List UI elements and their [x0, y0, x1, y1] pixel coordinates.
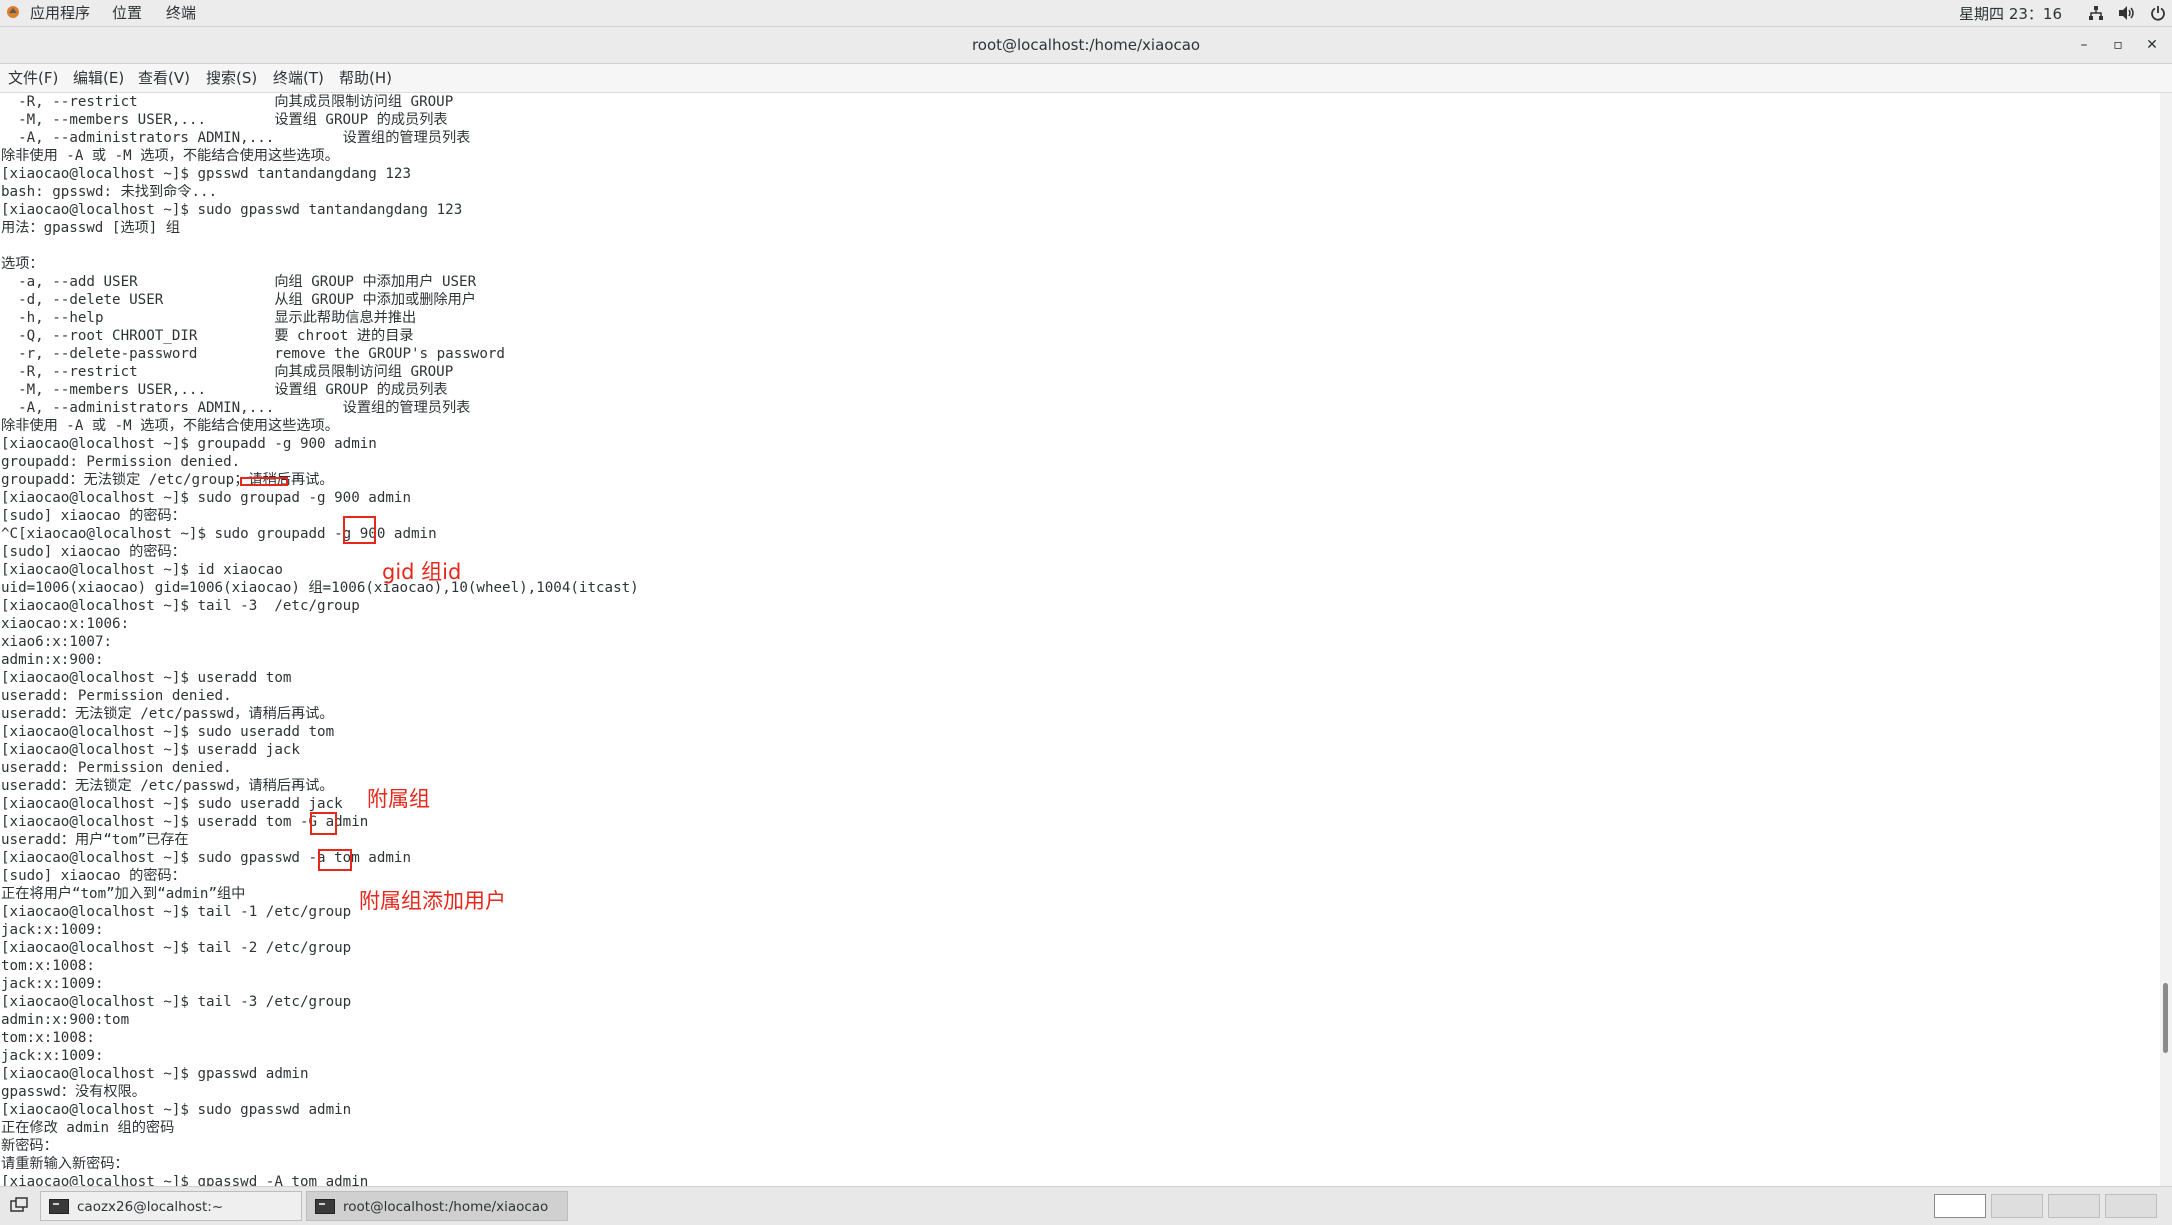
- close-button[interactable]: ✕: [2142, 35, 2162, 55]
- network-icon[interactable]: [2088, 5, 2104, 21]
- terminal-line: [sudo] xiaocao 的密码：: [1, 868, 186, 884]
- terminal-line: -r, --delete-password remove the GROUP's…: [1, 346, 505, 362]
- terminal-line: [xiaocao@localhost ~]$ gpasswd -A tom ad…: [1, 1174, 369, 1186]
- terminal-line: [xiaocao@localhost ~]$ sudo useradd jack: [1, 796, 343, 812]
- terminal-line: xiaocao:x:1006:: [1, 616, 130, 632]
- terminal-line: tom:x:1008:: [1, 1030, 95, 1046]
- terminal-line: tom:x:1008:: [1, 958, 95, 974]
- show-desktop-icon[interactable]: [8, 1195, 30, 1217]
- terminal-line: -R, --restrict 向其成员限制访问组 GROUP: [1, 364, 454, 380]
- terminal-line: [xiaocao@localhost ~]$ id xiaocao: [1, 562, 283, 578]
- menu-search[interactable]: 搜索(S): [206, 68, 257, 88]
- taskbar-item-label: root@localhost:/home/xiaocao: [343, 1199, 549, 1215]
- terminal-line: jack:x:1009:: [1, 976, 104, 992]
- terminal-line: [xiaocao@localhost ~]$ gpasswd admin: [1, 1066, 309, 1082]
- terminal-line: xiao6:x:1007:: [1, 634, 113, 650]
- top-panel: 应用程序 位置 终端 星期四 23：16: [0, 0, 2172, 27]
- menu-terminal[interactable]: 终端(T): [273, 68, 324, 88]
- taskbar-item-root-xiaocao[interactable]: root@localhost:/home/xiaocao: [306, 1191, 568, 1221]
- terminal-line: [xiaocao@localhost ~]$ gpsswd tantandang…: [1, 166, 411, 182]
- terminal-line: admin:x:900:tom: [1, 1012, 130, 1028]
- terminal-line: [xiaocao@localhost ~]$ sudo useradd tom: [1, 724, 335, 740]
- terminal-line: -h, --help 显示此帮助信息并推出: [1, 310, 417, 326]
- terminal-line: useradd：用户“tom”已存在: [1, 832, 189, 848]
- taskbar-item-label: caozx26@localhost:~: [77, 1199, 224, 1215]
- terminal-line: [xiaocao@localhost ~]$ useradd tom: [1, 670, 292, 686]
- terminal-line: 请重新输入新密码：: [1, 1156, 129, 1172]
- window-title-bar[interactable]: root@localhost:/home/xiaocao – ▫ ✕: [0, 27, 2172, 64]
- applications-icon[interactable]: [6, 5, 20, 19]
- terminal-line: groupadd: Permission denied.: [1, 454, 241, 470]
- annotation-supplementary-label: 附属组: [367, 787, 430, 811]
- terminal-line: 新密码：: [1, 1138, 58, 1154]
- terminal-line: [xiaocao@localhost ~]$ tail -3 /etc/grou…: [1, 598, 360, 614]
- annotation-gid-label: gid 组id: [382, 560, 462, 584]
- scrollbar-thumb[interactable]: [2163, 983, 2168, 1053]
- workspace-4[interactable]: [2105, 1194, 2157, 1218]
- terminal-line: [xiaocao@localhost ~]$ tail -2 /etc/grou…: [1, 940, 352, 956]
- terminal-line: useradd: Permission denied.: [1, 688, 232, 704]
- terminal-line: -R, --restrict 向其成员限制访问组 GROUP: [1, 94, 454, 110]
- terminal-line: [xiaocao@localhost ~]$ tail -3 /etc/grou…: [1, 994, 352, 1010]
- applications-menu[interactable]: 应用程序: [30, 3, 90, 23]
- terminal-line: 选项：: [1, 256, 44, 272]
- terminal-line: -A, --administrators ADMIN,... 设置组的管理员列表: [1, 400, 471, 416]
- menu-help[interactable]: 帮助(H): [339, 68, 392, 88]
- clock[interactable]: 星期四 23：16: [1959, 3, 2062, 24]
- terminal-line: [xiaocao@localhost ~]$ tail -1 /etc/grou…: [1, 904, 352, 920]
- annotation-add-user-label: 附属组添加用户: [359, 889, 506, 913]
- menubar: 文件(F) 编辑(E) 查看(V) 搜索(S) 终端(T) 帮助(H): [0, 64, 2172, 93]
- maximize-button[interactable]: ▫: [2108, 35, 2128, 55]
- terminal-line: -M, --members USER,... 设置组 GROUP 的成员列表: [1, 382, 448, 398]
- terminal-line: 正在修改 admin 组的密码: [1, 1120, 175, 1136]
- terminal-line: 除非使用 -A 或 -M 选项，不能结合使用这些选项。: [1, 148, 339, 164]
- menu-view[interactable]: 查看(V): [138, 68, 190, 88]
- terminal-line: useradd：无法锁定 /etc/passwd，请稍后再试。: [1, 778, 334, 794]
- taskbar: caozx26@localhost:~ root@localhost:/home…: [0, 1186, 2172, 1225]
- terminal-line: jack:x:1009:: [1, 922, 104, 938]
- workspace-3[interactable]: [2048, 1194, 2100, 1218]
- terminal-line: jack:x:1009:: [1, 1048, 104, 1064]
- terminal-line: 用法：gpasswd [选项] 组: [1, 220, 181, 236]
- annotation-box-G-option: [310, 812, 337, 835]
- terminal-line: admin:x:900:: [1, 652, 104, 668]
- terminal-app-menu[interactable]: 终端: [166, 3, 196, 23]
- terminal-line: [xiaocao@localhost ~]$ groupadd -g 900 a…: [1, 436, 377, 452]
- window-title: root@localhost:/home/xiaocao: [971, 36, 1201, 54]
- terminal-line: gpasswd：没有权限。: [1, 1084, 146, 1100]
- annotation-box-a-option: [318, 849, 352, 871]
- workspace-1[interactable]: [1934, 1194, 1986, 1218]
- terminal-line: [sudo] xiaocao 的密码：: [1, 544, 186, 560]
- workspace-2[interactable]: [1991, 1194, 2043, 1218]
- power-icon[interactable]: [2150, 5, 2166, 21]
- terminal-line: [xiaocao@localhost ~]$ sudo gpasswd tant…: [1, 202, 463, 218]
- minimize-button[interactable]: –: [2074, 35, 2094, 55]
- menu-file[interactable]: 文件(F): [8, 68, 58, 88]
- terminal-line: useradd: Permission denied.: [1, 760, 232, 776]
- terminal-line: 除非使用 -A 或 -M 选项，不能结合使用这些选项。: [1, 418, 339, 434]
- annotation-box-g-option: [343, 516, 376, 544]
- terminal-line: -A, --administrators ADMIN,... 设置组的管理员列表: [1, 130, 471, 146]
- places-menu[interactable]: 位置: [112, 3, 142, 23]
- terminal-line: -d, --delete USER 从组 GROUP 中添加或删除用户: [1, 292, 476, 308]
- terminal-line: bash: gpsswd: 未找到命令...: [1, 184, 218, 200]
- menu-edit[interactable]: 编辑(E): [73, 68, 124, 88]
- terminal-line: [xiaocao@localhost ~]$ useradd jack: [1, 742, 300, 758]
- terminal-line: -Q, --root CHROOT_DIR 要 chroot 进的目录: [1, 328, 414, 344]
- terminal-icon: [315, 1199, 335, 1214]
- terminal-line: -M, --members USER,... 设置组 GROUP 的成员列表: [1, 112, 448, 128]
- terminal-line: uid=1006(xiaocao) gid=1006(xiaocao) 组=10…: [1, 580, 639, 596]
- terminal-line: -a, --add USER 向组 GROUP 中添加用户 USER: [1, 274, 477, 290]
- volume-icon[interactable]: [2118, 5, 2136, 21]
- terminal-line: 正在将用户“tom”加入到“admin”组中: [1, 886, 246, 902]
- terminal-line: useradd：无法锁定 /etc/passwd，请稍后再试。: [1, 706, 334, 722]
- terminal-output[interactable]: -R, --restrict 向其成员限制访问组 GROUP -M, --mem…: [0, 93, 2160, 1186]
- terminal-line: [xiaocao@localhost ~]$ sudo gpasswd admi…: [1, 1102, 352, 1118]
- taskbar-item-caozx26[interactable]: caozx26@localhost:~: [40, 1191, 302, 1221]
- terminal-line: [sudo] xiaocao 的密码：: [1, 508, 186, 524]
- terminal-scrollbar[interactable]: [2160, 93, 2172, 1186]
- terminal-icon: [49, 1199, 69, 1214]
- annotation-box-group: [240, 477, 288, 486]
- terminal-line: [xiaocao@localhost ~]$ sudo groupad -g 9…: [1, 490, 411, 506]
